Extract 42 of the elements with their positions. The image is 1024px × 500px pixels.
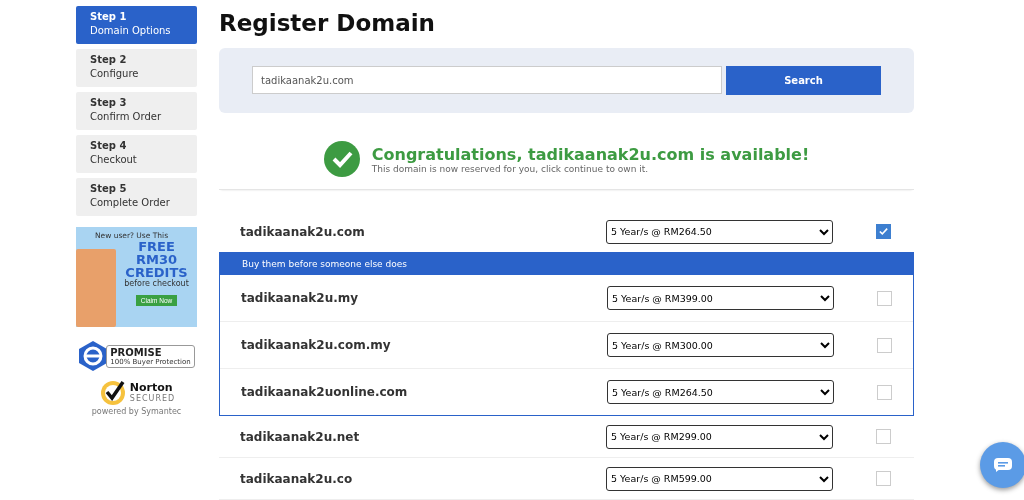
checkbox[interactable] xyxy=(877,337,892,353)
step-tab[interactable]: Step 4 Checkout xyxy=(76,135,197,173)
domain-input[interactable]: tadikaanak2u.com xyxy=(252,66,722,94)
term-select[interactable]: 5 Year/s @ RM300.00 xyxy=(607,333,834,357)
checkbox[interactable] xyxy=(877,384,892,400)
availability-headline: Congratulations, tadikaanak2u.com is available! xyxy=(371,144,810,164)
term-select[interactable]: 5 Year/s @ RM264.50 xyxy=(606,219,833,244)
step-tab[interactable]: Step 3 Confirm Order xyxy=(76,92,197,130)
chat-button[interactable] xyxy=(980,442,1024,488)
checkbox[interactable] xyxy=(876,471,891,486)
term-select[interactable]: 5 Year/s @ RM299.00 xyxy=(606,424,833,449)
badge-subtitle: SECURED xyxy=(129,394,176,403)
domain-name: tadikaanak2u.my xyxy=(241,291,360,305)
search-button[interactable]: Search xyxy=(726,66,881,95)
term-select[interactable]: 5 Year/s @ RM264.50 xyxy=(607,380,834,404)
suggestions-heading: Buy them before someone else does xyxy=(220,253,913,275)
domain-name: tadikaanak2u.net xyxy=(240,429,361,444)
checkbox[interactable] xyxy=(876,429,891,444)
domain-name: tadikaanak2uonline.com xyxy=(241,385,409,399)
availability-message: This domain is now reserved for you, click continue to own it. xyxy=(371,163,650,174)
term-select[interactable]: 5 Year/s @ RM399.00 xyxy=(607,286,834,310)
badge-title: Norton xyxy=(129,381,174,394)
powered-by-label: powered by Symantec xyxy=(91,407,182,416)
domain-name: tadikaanak2u.co xyxy=(240,471,354,486)
promo-headline: CREDITS xyxy=(124,266,188,279)
check-circle-icon xyxy=(323,141,360,177)
e-hexagon-icon xyxy=(78,340,109,372)
badge-title: PROMISE xyxy=(110,346,163,358)
domain-name: tadikaanak2u.com xyxy=(240,224,366,239)
step-tab[interactable]: Step 2 Configure xyxy=(76,49,197,87)
page-title: Register Domain xyxy=(219,10,436,36)
step-tab[interactable]: Step 5 Complete Order xyxy=(76,178,197,216)
chat-icon xyxy=(993,457,1013,473)
step-tab[interactable]: Step 1 Domain Options xyxy=(76,6,197,44)
term-select[interactable]: 5 Year/s @ RM599.00 xyxy=(606,466,833,491)
checkbox[interactable] xyxy=(877,290,892,306)
checkmark-icon xyxy=(877,225,890,238)
promo-headline: FREE xyxy=(137,240,176,253)
domain-name: tadikaanak2u.com.my xyxy=(241,338,392,352)
promo-note: before checkout xyxy=(123,279,190,288)
checkbox[interactable] xyxy=(876,224,891,239)
promo-headline: RM30 xyxy=(134,253,178,266)
